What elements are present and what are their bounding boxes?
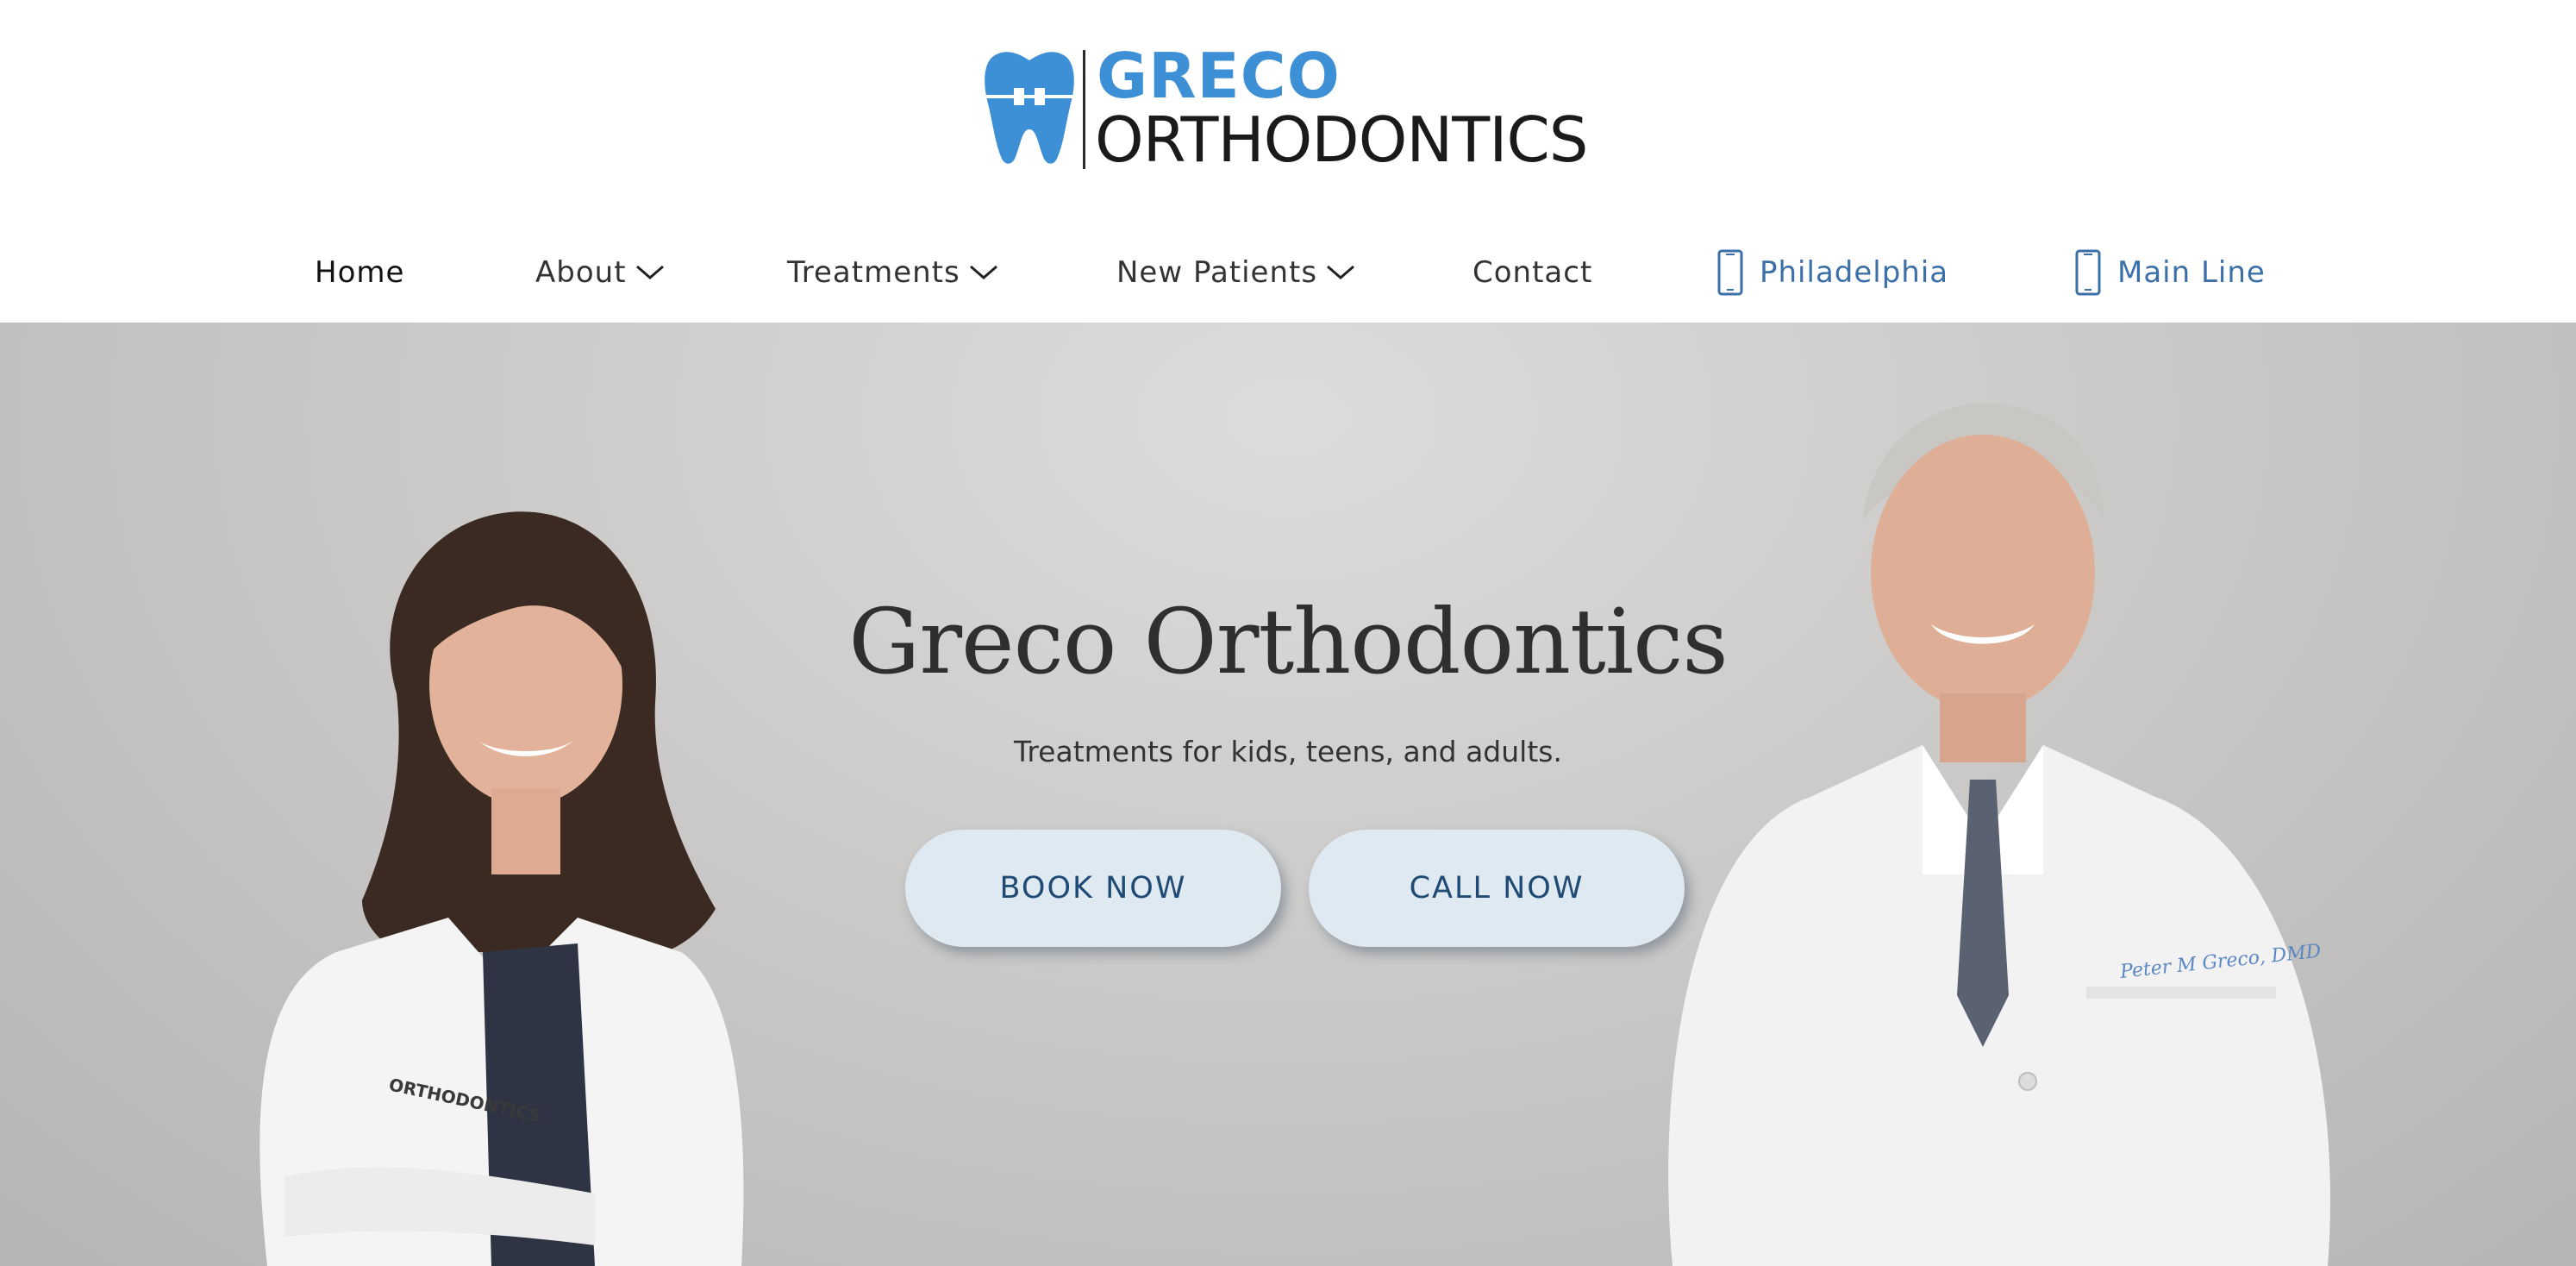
book-now-button[interactable]: BOOK NOW xyxy=(905,830,1281,947)
nav-home[interactable]: Home xyxy=(315,233,404,312)
phone-icon xyxy=(1717,249,1743,296)
nav-phone-philadelphia[interactable]: Philadelphia xyxy=(1716,233,1948,312)
nav-contact[interactable]: Contact xyxy=(1472,233,1592,312)
nav-treatments-label: Treatments xyxy=(787,255,960,290)
chevron-down-icon xyxy=(969,265,997,279)
nav-new-patients-label: New Patients xyxy=(1116,255,1318,290)
phone-icon xyxy=(2075,249,2101,296)
nav-phone-main-line[interactable]: Main Line xyxy=(2074,233,2266,312)
hero-subtitle: Treatments for kids, teens, and adults. xyxy=(1014,735,1562,768)
nav-phone-philadelphia-label: Philadelphia xyxy=(1760,255,1949,290)
nav-about[interactable]: About xyxy=(535,233,665,312)
doctor-left-photo: ORTHODONTICS xyxy=(259,511,744,1266)
tooth-with-brace-icon xyxy=(985,52,1074,164)
hero-title: Greco Orthodontics xyxy=(848,589,1728,694)
site-header: GRECO ORTHODONTICS Home About Treatments… xyxy=(0,0,2576,323)
nav-home-label: Home xyxy=(315,255,405,290)
site-logo[interactable]: GRECO ORTHODONTICS xyxy=(978,41,1598,176)
chevron-down-icon xyxy=(1327,265,1355,279)
chevron-down-icon xyxy=(635,265,664,279)
logo-text-orthodontics: ORTHODONTICS xyxy=(1095,103,1588,176)
doctor-right-photo: Peter M Greco, DMD xyxy=(1668,403,2331,1266)
nav-phone-main-line-label: Main Line xyxy=(2117,255,2266,290)
hero-section: ORTHODONTICS Peter M Greco, DMD Greco Or… xyxy=(0,323,2576,1266)
nav-about-label: About xyxy=(535,255,627,290)
nav-treatments[interactable]: Treatments xyxy=(787,233,998,312)
call-now-button[interactable]: CALL NOW xyxy=(1309,830,1685,947)
nav-new-patients[interactable]: New Patients xyxy=(1116,233,1355,312)
logo-divider xyxy=(1083,50,1085,169)
logo-text-greco: GRECO xyxy=(1097,40,1341,112)
nav-contact-label: Contact xyxy=(1472,255,1593,290)
main-nav: Home About Treatments New Patients Conta… xyxy=(0,233,2576,312)
